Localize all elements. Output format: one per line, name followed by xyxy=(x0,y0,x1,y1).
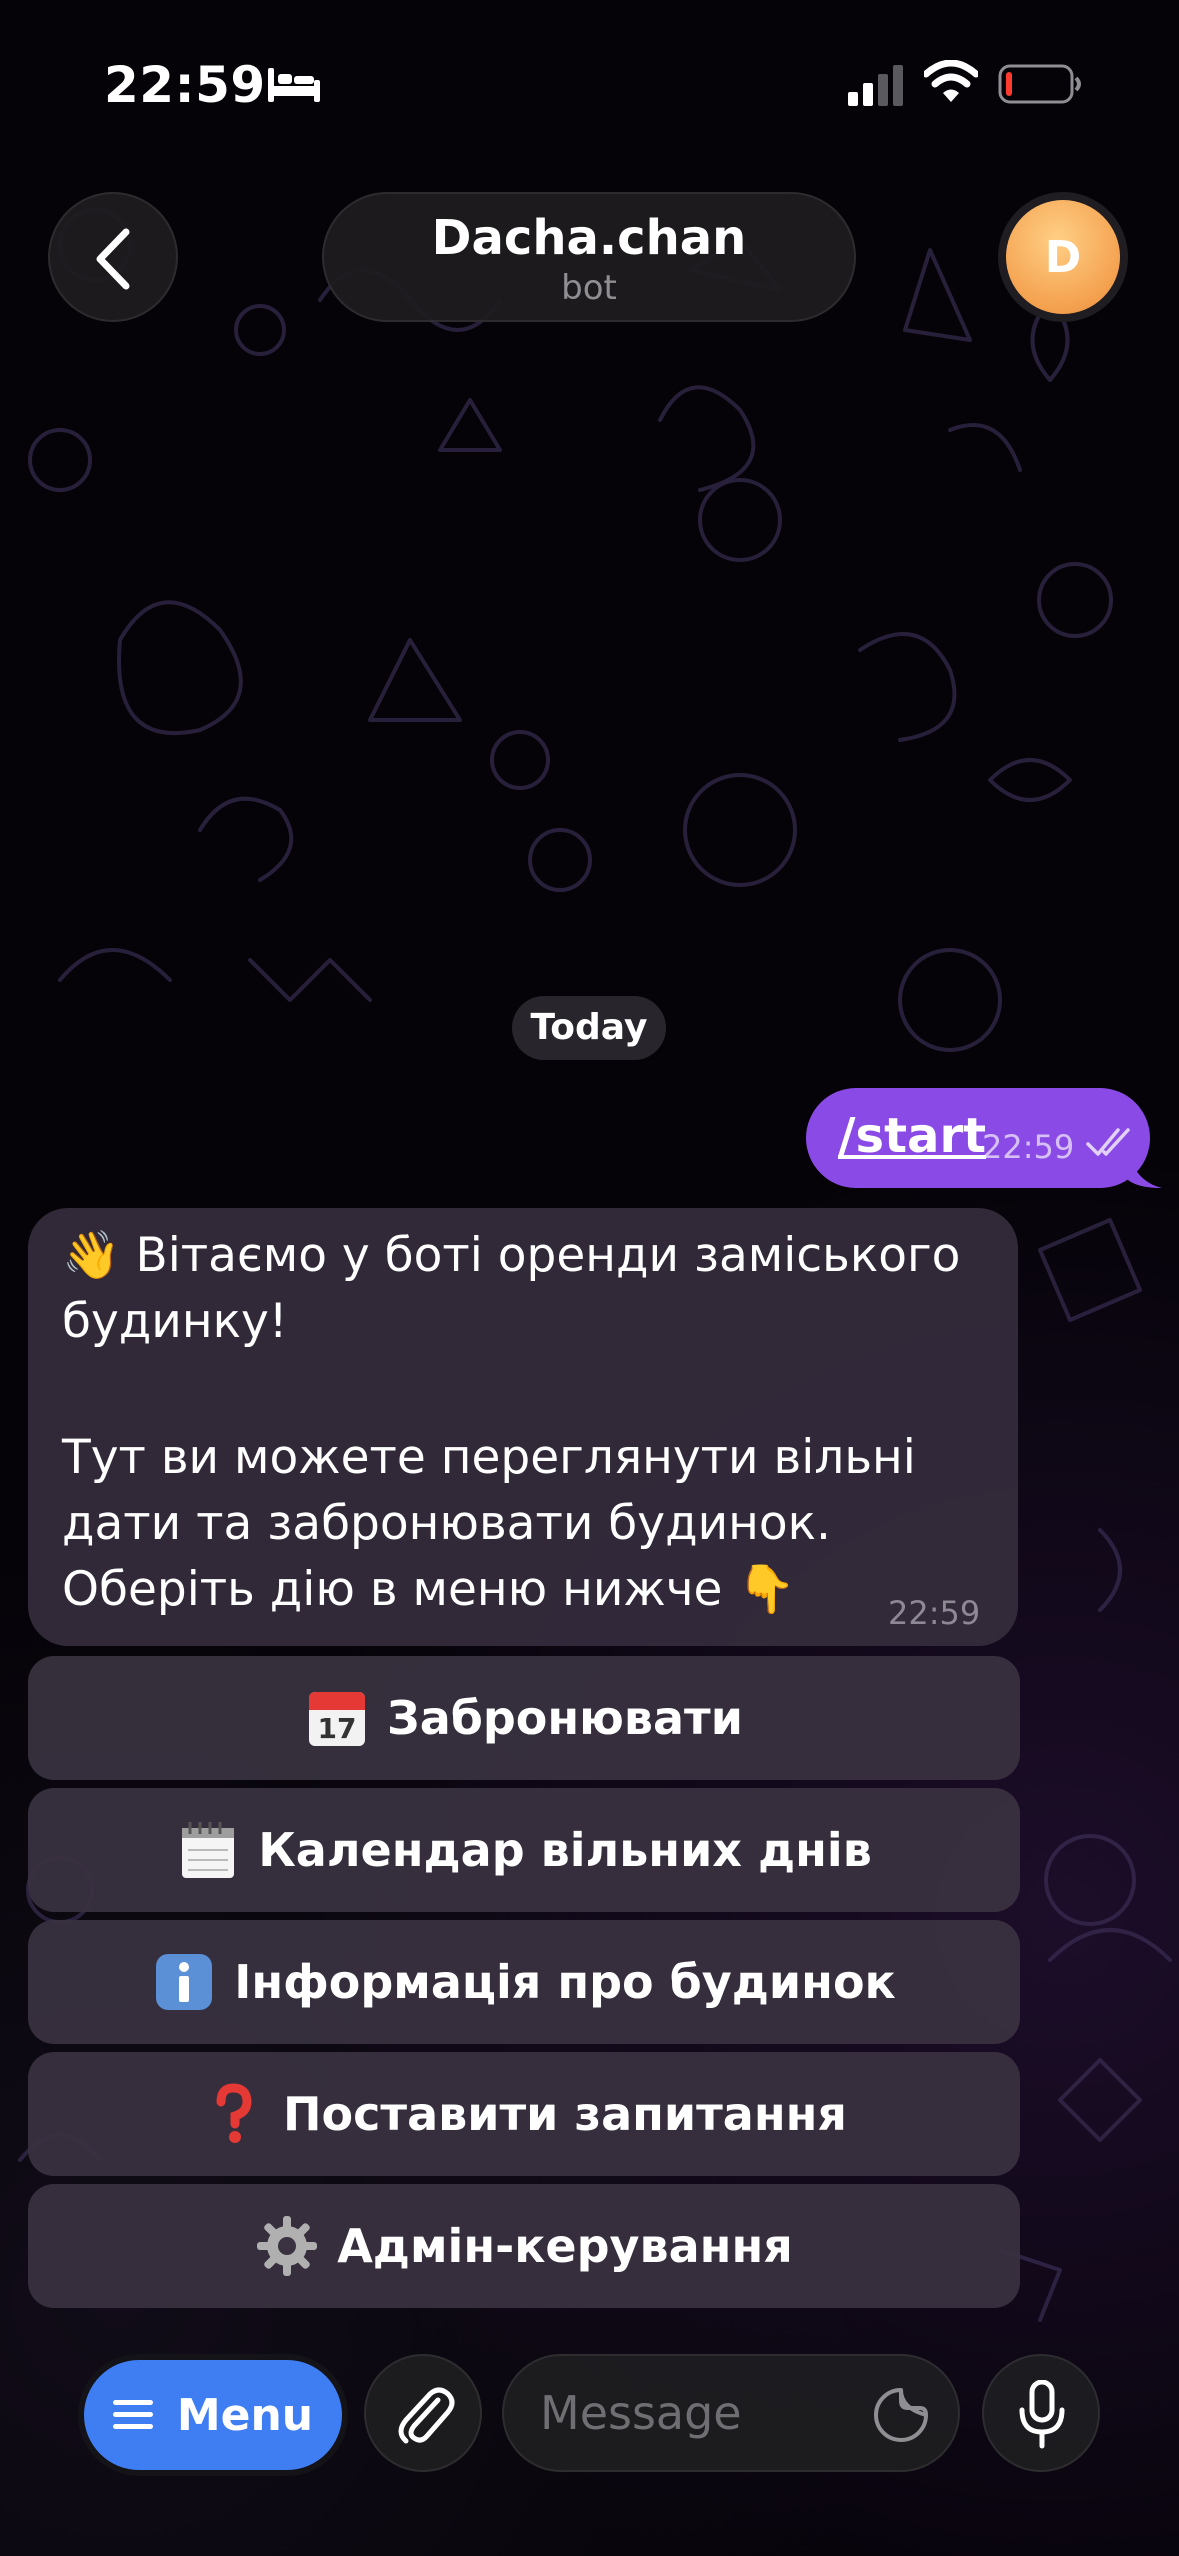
message-line: 👋 Вітаємо у боті оренди заміського xyxy=(62,1228,961,1283)
admin-management-button[interactable]: Адмін-керування xyxy=(28,2184,1020,2308)
message-line: дати та забронювати будинок. xyxy=(62,1496,831,1551)
question-mark-icon xyxy=(216,2083,252,2143)
cellular-signal-icon xyxy=(848,65,903,106)
book-button-label: Забронювати xyxy=(387,1691,743,1745)
chevron-left-icon xyxy=(96,228,130,290)
gear-icon xyxy=(257,2216,318,2276)
menu-button-label: Menu xyxy=(176,2389,314,2441)
voice-message-button[interactable] xyxy=(982,2354,1100,2472)
calendar-17-icon: 17 xyxy=(309,1692,366,1746)
date-separator: Today xyxy=(512,996,666,1060)
information-icon xyxy=(156,1954,213,2010)
back-button[interactable] xyxy=(48,192,178,322)
message-line: Тут ви можете переглянути вільні xyxy=(62,1430,916,1485)
microphone-icon xyxy=(1019,2380,1065,2449)
message-input[interactable]: Message xyxy=(502,2354,960,2472)
svg-text:17: 17 xyxy=(318,1712,357,1745)
chat-subtitle: bot xyxy=(561,268,617,308)
double-check-icon xyxy=(1086,1128,1130,1156)
ask-question-button[interactable]: Поставити запитання xyxy=(28,2052,1020,2176)
bot-menu-button[interactable]: Menu xyxy=(84,2360,342,2470)
chat-title: Dacha.chan xyxy=(431,210,747,266)
avatar-initial: D xyxy=(1006,200,1120,314)
incoming-message: 👋 Вітаємо у боті оренди заміського будин… xyxy=(28,1208,1018,1646)
house-info-label: Інформація про будинок xyxy=(234,1955,896,2009)
free-days-calendar-label: Календар вільних днів xyxy=(258,1823,872,1877)
message-line: будинку! xyxy=(62,1294,288,1349)
bot-avatar[interactable]: D xyxy=(998,192,1128,322)
outgoing-time: 22:59 xyxy=(982,1128,1075,1166)
sticker-icon[interactable] xyxy=(872,2386,930,2444)
telegram-chat-screen: 22:59 Dacha.chan bot D Today /start 22:5… xyxy=(0,0,1179,2556)
message-placeholder: Message xyxy=(540,2386,742,2440)
wifi-icon xyxy=(924,60,978,102)
menu-lines-icon xyxy=(112,2400,153,2429)
status-bar: 22:59 xyxy=(0,0,1179,170)
outgoing-command-link[interactable]: /start xyxy=(838,1108,986,1164)
incoming-time: 22:59 xyxy=(888,1594,981,1632)
message-line: Оберіть дію в меню нижче 👇 xyxy=(62,1562,796,1617)
book-button[interactable]: 17 Забронювати xyxy=(28,1656,1020,1780)
battery-low-icon xyxy=(998,64,1081,104)
ask-question-label: Поставити запитання xyxy=(283,2087,847,2141)
chat-header[interactable]: Dacha.chan bot xyxy=(322,192,856,322)
house-info-button[interactable]: Інформація про будинок xyxy=(28,1920,1020,2044)
status-time: 22:59 xyxy=(104,56,266,114)
admin-management-label: Адмін-керування xyxy=(337,2219,793,2273)
outgoing-message[interactable]: /start 22:59 xyxy=(806,1088,1150,1188)
sleep-focus-bed-icon xyxy=(268,68,320,102)
outgoing-bubble-tail xyxy=(1128,1152,1162,1188)
free-days-calendar-button[interactable]: Календар вільних днів xyxy=(28,1788,1020,1912)
spiral-calendar-icon xyxy=(182,1822,235,1878)
paperclip-icon xyxy=(398,2387,455,2444)
attach-button[interactable] xyxy=(364,2354,482,2472)
